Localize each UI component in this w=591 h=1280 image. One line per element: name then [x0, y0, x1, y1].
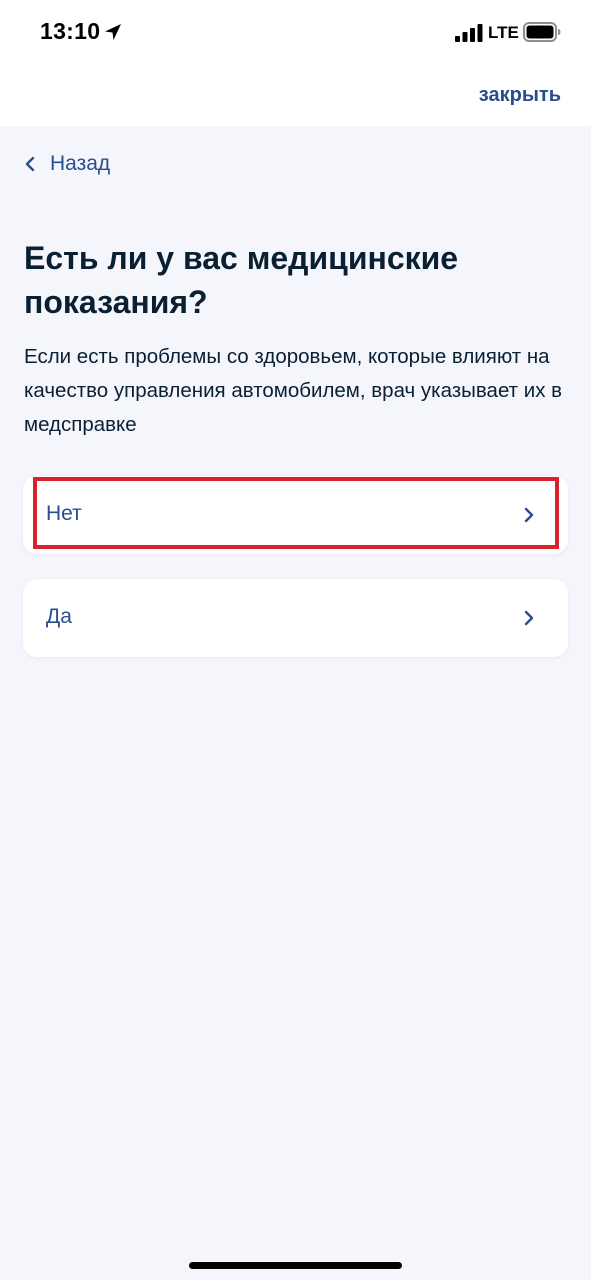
option-label: Да: [46, 605, 72, 628]
option-label: Нет: [46, 502, 82, 525]
chevron-left-icon: [25, 156, 35, 172]
close-link[interactable]: закрыть: [479, 84, 561, 107]
chevron-right-icon: [524, 507, 534, 523]
back-button[interactable]: Назад: [24, 150, 110, 178]
page-description: Если есть проблемы со здоровьем, которые…: [24, 345, 563, 436]
option-yes[interactable]: Да: [23, 579, 568, 657]
top-bar: закрыть: [0, 64, 591, 126]
network-type: LTE: [488, 23, 519, 42]
battery-icon: [523, 22, 561, 42]
page-title: Есть ли у вас медицинские показания?: [24, 240, 459, 320]
location-arrow-icon: [105, 24, 121, 40]
home-indicator[interactable]: [189, 1262, 402, 1269]
cellular-signal-icon: [455, 24, 483, 42]
back-label: Назад: [50, 152, 111, 175]
status-bar: 13:10 LTE: [0, 0, 591, 64]
chevron-right-icon: [524, 610, 534, 626]
status-time: 13:10: [40, 18, 101, 44]
option-no[interactable]: Нет: [23, 476, 568, 554]
